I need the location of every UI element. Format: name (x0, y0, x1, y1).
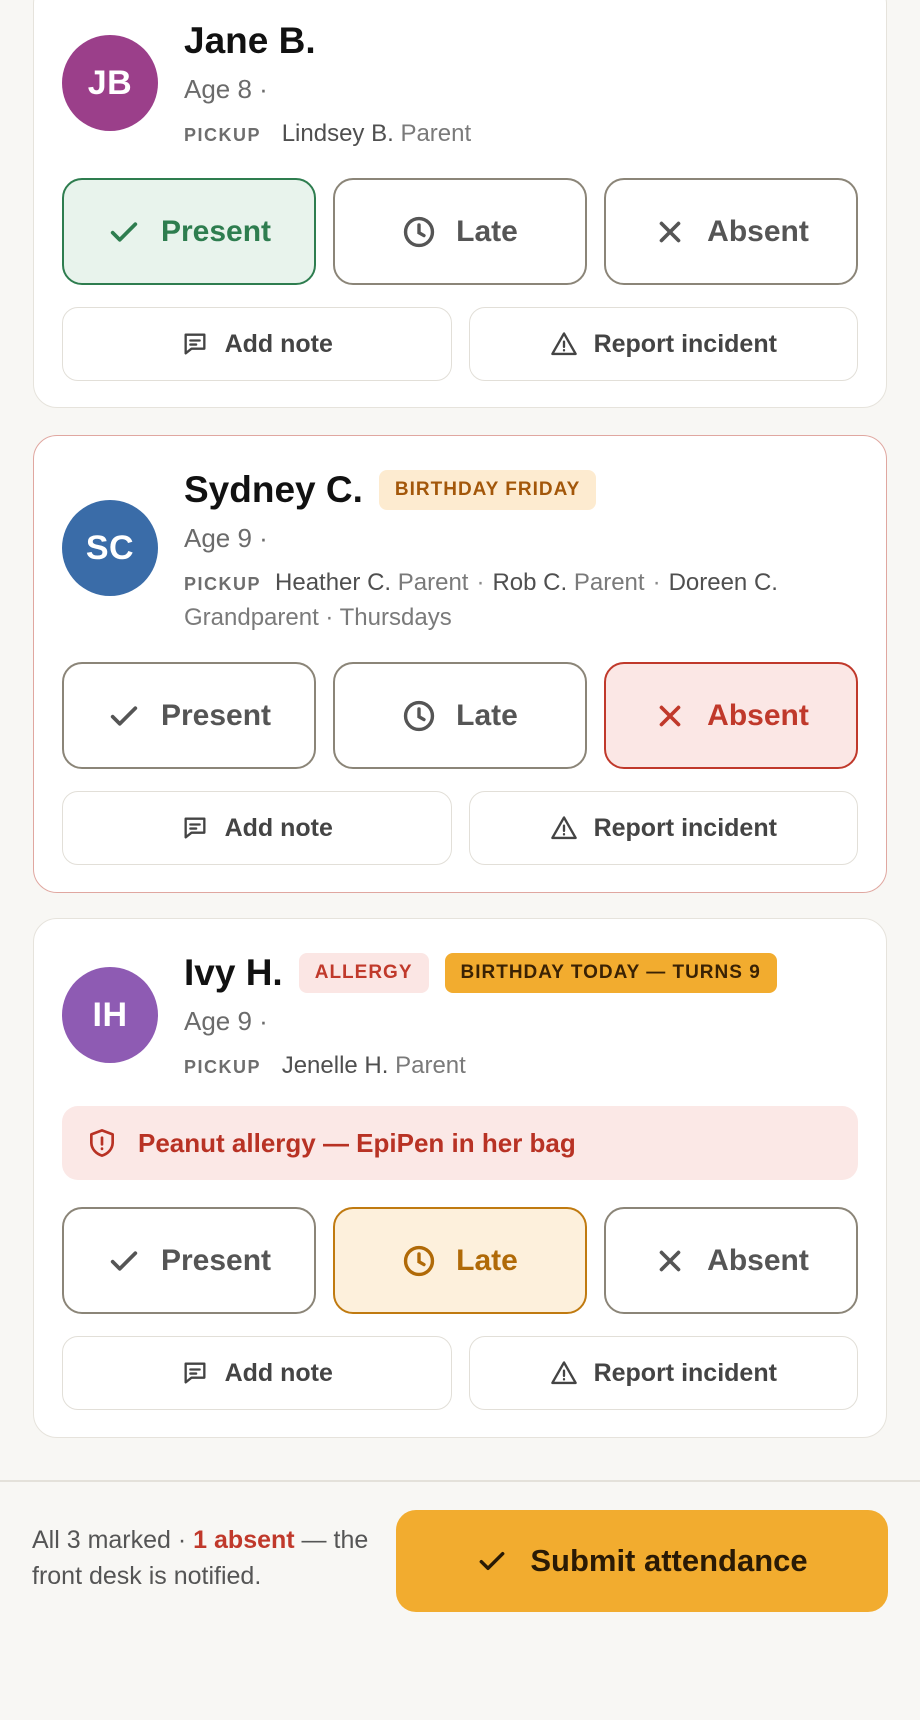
clock-icon (402, 699, 436, 733)
child-card-jane: JB Jane B. Age 8 · PICKUP Lindsey B. Par… (33, 0, 887, 408)
late-button[interactable]: Late (333, 662, 587, 769)
note-icon (181, 330, 209, 358)
present-button[interactable]: Present (62, 178, 316, 285)
present-button[interactable]: Present (62, 1207, 316, 1314)
avatar: SC (62, 500, 158, 596)
shield-alert-icon (86, 1127, 118, 1159)
submit-label: Submit attendance (530, 1543, 808, 1578)
pickup-person-name: Heather C. (275, 569, 392, 596)
report-incident-label: Report incident (593, 329, 777, 358)
note-icon (181, 814, 209, 842)
report-incident-button[interactable]: Report incident (468, 307, 858, 381)
present-label: Present (160, 1243, 272, 1277)
pickup-person-name: Lindsey B. (281, 120, 394, 147)
check-icon (107, 699, 141, 733)
allergy-alert: Peanut allergy — EpiPen in her bag (62, 1106, 858, 1180)
add-note-button[interactable]: Add note (62, 791, 452, 865)
child-card-ivy: IH Ivy H. ALLERGY BIRTHDAY TODAY — TURNS… (33, 918, 887, 1438)
absent-label: Absent (707, 1243, 809, 1277)
add-note-button[interactable]: Add note (62, 307, 452, 381)
late-label: Late (456, 698, 518, 732)
footer-divider (0, 1480, 920, 1482)
absent-label: Absent (707, 214, 809, 248)
absent-button[interactable]: Absent (604, 1207, 858, 1314)
add-note-label: Add note (224, 329, 333, 358)
separator: · (476, 569, 485, 596)
add-note-label: Add note (224, 813, 333, 842)
child-card-sydney: SC Sydney C. BIRTHDAY FRIDAY Age 9 · PIC… (33, 435, 887, 893)
allergy-note: Peanut allergy — EpiPen in her bag (138, 1127, 576, 1158)
pickup-label: PICKUP (184, 125, 262, 145)
check-icon (476, 1545, 508, 1577)
pickup-person-relation: Parent (573, 569, 645, 596)
avatar: IH (62, 967, 158, 1063)
attendance-summary: All 3 marked · 1 absent — the front desk… (32, 1522, 372, 1594)
child-name: Jane B. (184, 20, 316, 61)
check-icon (107, 215, 141, 249)
warning-icon (550, 1359, 578, 1387)
avatar: JB (62, 35, 158, 131)
absent-button[interactable]: Absent (604, 178, 858, 285)
close-icon (653, 699, 687, 733)
separator: · (652, 569, 661, 596)
late-button[interactable]: Late (333, 1207, 587, 1314)
allergy-badge: ALLERGY (298, 953, 429, 993)
late-button[interactable]: Late (333, 178, 587, 285)
warning-icon (550, 330, 578, 358)
report-incident-button[interactable]: Report incident (468, 791, 858, 865)
late-label: Late (456, 214, 518, 248)
report-incident-label: Report incident (593, 1358, 777, 1387)
warning-icon (550, 814, 578, 842)
add-note-button[interactable]: Add note (62, 1336, 452, 1410)
pickup-person-name: Jenelle H. (281, 1052, 389, 1079)
close-icon (653, 1244, 687, 1278)
pickup-person-name: Doreen C. (668, 569, 778, 596)
present-label: Present (160, 698, 272, 732)
child-name: Sydney C. (184, 469, 363, 510)
present-button[interactable]: Present (62, 662, 316, 769)
birthday-badge: BIRTHDAY FRIDAY (378, 470, 597, 510)
child-age: Age 9 · (184, 1006, 268, 1036)
pickup-person-relation: Parent (395, 1052, 466, 1079)
child-age: Age 8 · (184, 74, 268, 104)
absent-count: 1 absent (193, 1526, 295, 1554)
report-incident-button[interactable]: Report incident (468, 1336, 858, 1410)
submit-attendance-button[interactable]: Submit attendance (396, 1510, 888, 1612)
birthday-badge: BIRTHDAY TODAY — TURNS 9 (444, 953, 777, 993)
absent-label: Absent (707, 698, 809, 732)
pickup-person-name: Rob C. (492, 569, 568, 596)
check-icon (107, 1244, 141, 1278)
summary-prefix: All 3 marked · (32, 1526, 194, 1554)
pickup-person-relation: Grandparent · Thursdays (184, 604, 452, 631)
pickup-person-relation: Parent (400, 120, 472, 147)
pickup-info: PICKUP Jenelle H. Parent (184, 1049, 866, 1084)
child-age: Age 9 · (184, 523, 268, 553)
report-incident-label: Report incident (593, 813, 777, 842)
late-label: Late (456, 1243, 518, 1277)
clock-icon (402, 1244, 436, 1278)
close-icon (653, 215, 687, 249)
pickup-person-relation: Parent (397, 569, 469, 596)
absent-button[interactable]: Absent (604, 662, 858, 769)
add-note-label: Add note (224, 1358, 333, 1387)
pickup-info: PICKUP Lindsey B. Parent (184, 117, 866, 152)
pickup-label: PICKUP (184, 574, 262, 594)
child-name: Ivy H. (184, 952, 283, 993)
note-icon (181, 1359, 209, 1387)
pickup-info: PICKUP Heather C. Parent · Rob C. Parent · Do… (184, 566, 866, 635)
present-label: Present (160, 214, 272, 248)
pickup-label: PICKUP (184, 1057, 262, 1077)
clock-icon (402, 215, 436, 249)
